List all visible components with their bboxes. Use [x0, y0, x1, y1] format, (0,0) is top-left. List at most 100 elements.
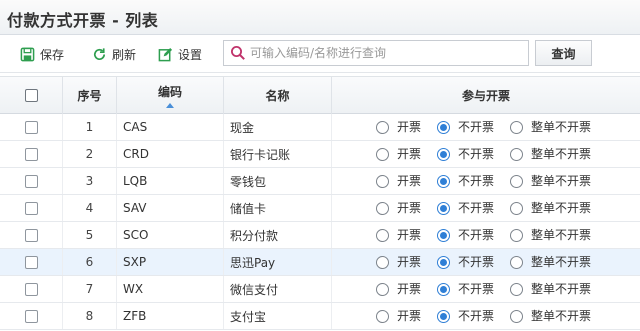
radio-dot[interactable]: [437, 310, 450, 323]
radio-invoice[interactable]: 开票: [376, 283, 421, 296]
radio-whole-order-no-invoice[interactable]: 整单不开票: [510, 202, 591, 215]
query-button[interactable]: 查询: [535, 40, 592, 66]
radio-dot[interactable]: [510, 256, 523, 269]
refresh-icon: [91, 46, 107, 62]
radio-dot[interactable]: [510, 283, 523, 296]
row-checkbox[interactable]: [24, 174, 38, 188]
radio-dot[interactable]: [376, 121, 389, 134]
radio-no-invoice[interactable]: 不开票: [437, 229, 494, 242]
row-invoice-options: 开票 不开票 整单不开票: [332, 195, 640, 221]
search-input[interactable]: [250, 44, 524, 62]
row-index: 6: [63, 249, 117, 275]
radio-invoice[interactable]: 开票: [376, 175, 421, 188]
radio-whole-order-no-invoice[interactable]: 整单不开票: [510, 283, 591, 296]
title-bar: 付款方式开票 - 列表: [0, 0, 640, 35]
radio-invoice[interactable]: 开票: [376, 148, 421, 161]
radio-invoice[interactable]: 开票: [376, 229, 421, 242]
row-checkbox[interactable]: [24, 255, 38, 269]
row-checkbox[interactable]: [24, 309, 38, 323]
radio-whole-order-no-invoice[interactable]: 整单不开票: [510, 148, 591, 161]
radio-no-invoice[interactable]: 不开票: [437, 175, 494, 188]
table-row[interactable]: 3 LQB 零钱包 开票 不开票 整单不开票: [0, 168, 640, 195]
sort-ascending-icon: [166, 103, 174, 108]
row-checkbox[interactable]: [24, 201, 38, 215]
table-row[interactable]: 4 SAV 储值卡 开票 不开票 整单不开票: [0, 195, 640, 222]
radio-dot[interactable]: [437, 175, 450, 188]
header-index: 序号: [63, 77, 117, 114]
radio-invoice[interactable]: 开票: [376, 121, 421, 134]
radio-dot[interactable]: [510, 310, 523, 323]
radio-dot[interactable]: [376, 229, 389, 242]
row-checkbox[interactable]: [24, 120, 38, 134]
radio-dot[interactable]: [510, 202, 523, 215]
select-all-checkbox[interactable]: [24, 89, 38, 102]
save-button[interactable]: 保存: [19, 44, 64, 64]
radio-dot[interactable]: [437, 256, 450, 269]
row-name: 微信支付: [224, 276, 332, 302]
row-code: CAS: [117, 114, 224, 140]
radio-dot[interactable]: [376, 256, 389, 269]
row-checkbox[interactable]: [24, 228, 38, 242]
header-name: 名称: [224, 77, 332, 114]
radio-dot[interactable]: [437, 121, 450, 134]
radio-label: 开票: [397, 228, 422, 242]
radio-invoice[interactable]: 开票: [376, 310, 421, 323]
row-invoice-options: 开票 不开票 整单不开票: [332, 141, 640, 167]
radio-no-invoice[interactable]: 不开票: [437, 202, 494, 215]
radio-no-invoice[interactable]: 不开票: [437, 121, 494, 134]
radio-label: 不开票: [458, 309, 495, 323]
radio-dot[interactable]: [376, 310, 389, 323]
radio-no-invoice[interactable]: 不开票: [437, 256, 494, 269]
header-invoice: 参与开票: [461, 89, 510, 103]
radio-invoice[interactable]: 开票: [376, 256, 421, 269]
header-select-all: [0, 77, 63, 114]
radio-label: 整单不开票: [531, 201, 592, 215]
row-index: 8: [63, 303, 117, 329]
row-code: LQB: [117, 168, 224, 194]
row-name: 储值卡: [224, 195, 332, 221]
radio-no-invoice[interactable]: 不开票: [437, 310, 494, 323]
table-row[interactable]: 8 ZFB 支付宝 开票 不开票 整单不开票: [0, 303, 640, 330]
radio-whole-order-no-invoice[interactable]: 整单不开票: [510, 256, 591, 269]
radio-dot[interactable]: [510, 229, 523, 242]
radio-dot[interactable]: [510, 175, 523, 188]
radio-no-invoice[interactable]: 不开票: [437, 283, 494, 296]
row-name: 支付宝: [224, 303, 332, 329]
row-invoice-options: 开票 不开票 整单不开票: [332, 222, 640, 248]
radio-dot[interactable]: [437, 229, 450, 242]
header-code-label: 编码: [157, 85, 182, 99]
radio-label: 不开票: [458, 120, 495, 134]
row-checkbox[interactable]: [24, 282, 38, 296]
header-code[interactable]: 编码: [117, 77, 224, 114]
table-row[interactable]: 5 SCO 积分付款 开票 不开票 整单不开票: [0, 222, 640, 249]
row-code: SCO: [117, 222, 224, 248]
radio-dot[interactable]: [437, 148, 450, 161]
radio-no-invoice[interactable]: 不开票: [437, 148, 494, 161]
radio-dot[interactable]: [510, 148, 523, 161]
radio-dot[interactable]: [437, 283, 450, 296]
row-invoice-options: 开票 不开票 整单不开票: [332, 168, 640, 194]
row-checkbox[interactable]: [24, 147, 38, 161]
table-row[interactable]: 7 WX 微信支付 开票 不开票 整单不开票: [0, 276, 640, 303]
data-grid: 序号 编码 名称 参与开票 1 CAS 现金 开票 不开票 整单不开票 2 CRD 银行卡记账开…: [0, 76, 640, 331]
radio-whole-order-no-invoice[interactable]: 整单不开票: [510, 310, 591, 323]
radio-dot[interactable]: [376, 283, 389, 296]
radio-dot[interactable]: [376, 202, 389, 215]
row-select-cell: [0, 303, 63, 329]
radio-invoice[interactable]: 开票: [376, 202, 421, 215]
radio-whole-order-no-invoice[interactable]: 整单不开票: [510, 121, 591, 134]
refresh-button[interactable]: 刷新: [91, 44, 136, 64]
row-index: 7: [63, 276, 117, 302]
radio-whole-order-no-invoice[interactable]: 整单不开票: [510, 229, 591, 242]
radio-dot[interactable]: [437, 202, 450, 215]
table-row[interactable]: 6 SXP 思迅Pay 开票 不开票 整单不开票: [0, 249, 640, 276]
radio-label: 整单不开票: [531, 282, 592, 296]
radio-whole-order-no-invoice[interactable]: 整单不开票: [510, 175, 591, 188]
settings-button[interactable]: 设置: [157, 44, 202, 64]
radio-dot[interactable]: [376, 175, 389, 188]
row-code: CRD: [117, 141, 224, 167]
table-row[interactable]: 2 CRD 银行卡记账 开票 不开票 整单不开票: [0, 141, 640, 168]
radio-dot[interactable]: [510, 121, 523, 134]
table-row[interactable]: 1 CAS 现金 开票 不开票 整单不开票: [0, 114, 640, 141]
radio-dot[interactable]: [376, 148, 389, 161]
